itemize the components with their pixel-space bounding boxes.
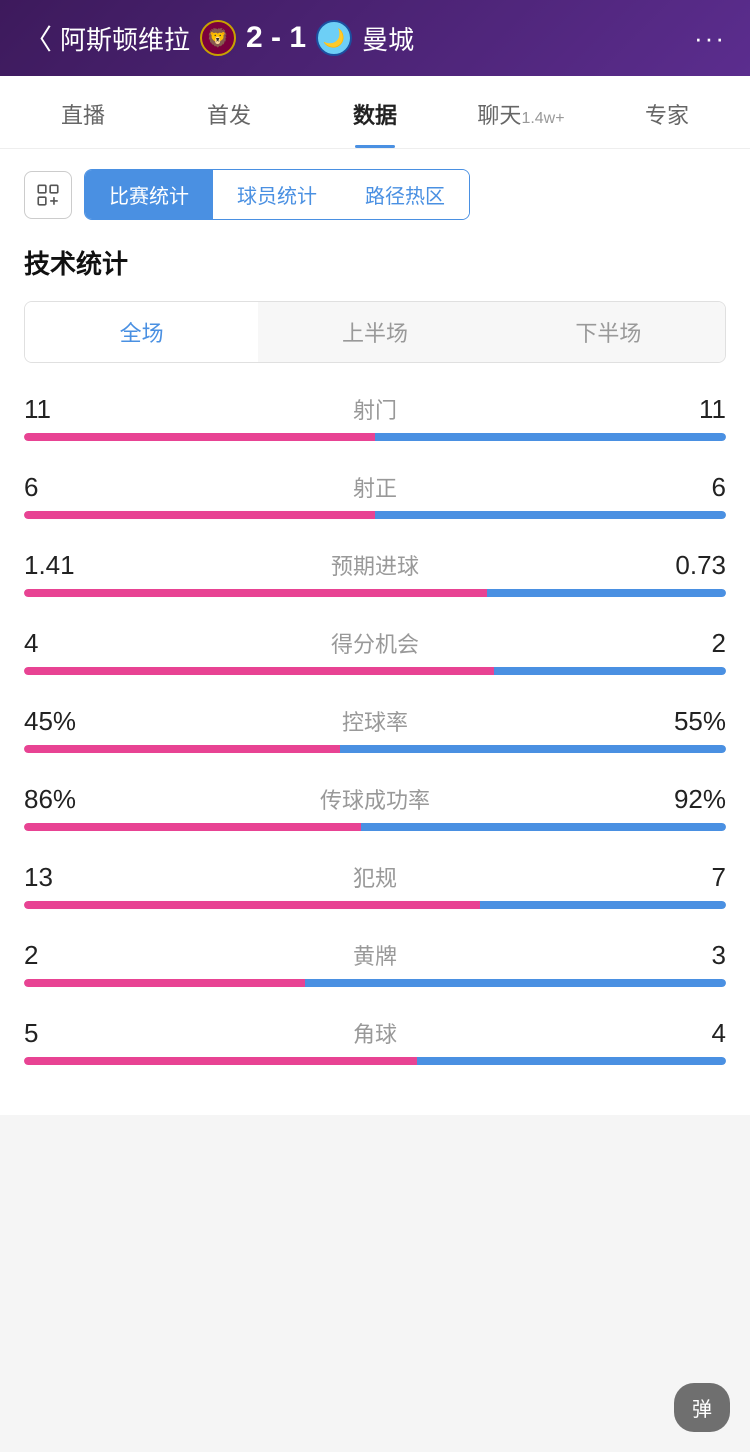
stat-bar	[24, 667, 726, 675]
tab-lineup[interactable]: 首发	[156, 76, 302, 148]
nav-tabs: 直播 首发 数据 聊天1.4w+ 专家	[0, 76, 750, 149]
stat-name: 预期进球	[104, 549, 646, 581]
share-button[interactable]	[24, 171, 72, 219]
stat-value-right: 0.73	[646, 550, 726, 581]
stat-row: 13 犯规 7	[24, 861, 726, 909]
share-icon	[35, 182, 61, 208]
sub-tab-player-stats[interactable]: 球员统计	[213, 170, 341, 219]
main-content: 比赛统计 球员统计 路径热区 技术统计 全场 上半场 下半场 11 射门 11	[0, 149, 750, 1115]
bar-home	[24, 667, 494, 675]
bar-home	[24, 823, 361, 831]
bar-away	[494, 667, 726, 675]
bar-away	[340, 745, 726, 753]
header-left: 〈 阿斯顿维拉 🦁 2 - 1 🌙 曼城	[24, 18, 414, 58]
match-score: 2 - 1	[246, 21, 306, 55]
bar-home	[24, 511, 375, 519]
stat-bar	[24, 1057, 726, 1065]
stat-row: 2 黄牌 3	[24, 939, 726, 987]
stat-name: 控球率	[104, 705, 646, 737]
sub-tab-heat-map[interactable]: 路径热区	[341, 170, 469, 219]
stat-value-left: 13	[24, 862, 104, 893]
period-first-half[interactable]: 上半场	[258, 302, 491, 362]
team-away-logo: 🌙	[316, 20, 352, 56]
stat-name: 射门	[104, 393, 646, 425]
stat-row: 86% 传球成功率 92%	[24, 783, 726, 831]
stat-value-right: 11	[646, 394, 726, 425]
bar-home	[24, 745, 340, 753]
stat-name: 射正	[104, 471, 646, 503]
stat-name: 角球	[104, 1017, 646, 1049]
bar-away	[361, 823, 726, 831]
tab-data[interactable]: 数据	[302, 76, 448, 148]
bar-away	[480, 901, 726, 909]
stat-name: 得分机会	[104, 627, 646, 659]
stat-value-left: 5	[24, 1018, 104, 1049]
bar-home	[24, 979, 305, 987]
more-button[interactable]: ···	[694, 23, 726, 54]
period-selector: 全场 上半场 下半场	[24, 301, 726, 363]
team-home-logo: 🦁	[200, 20, 236, 56]
tab-live[interactable]: 直播	[10, 76, 156, 148]
period-second-half[interactable]: 下半场	[492, 302, 725, 362]
bar-away	[375, 511, 726, 519]
match-header: 〈 阿斯顿维拉 🦁 2 - 1 🌙 曼城 ···	[0, 0, 750, 76]
stat-bar	[24, 823, 726, 831]
bar-away	[487, 589, 726, 597]
tab-chat[interactable]: 聊天1.4w+	[448, 76, 594, 148]
stat-row: 1.41 预期进球 0.73	[24, 549, 726, 597]
stat-row: 5 角球 4	[24, 1017, 726, 1065]
period-full[interactable]: 全场	[25, 302, 258, 362]
bar-home	[24, 433, 375, 441]
popup-button[interactable]: 弹	[674, 1383, 730, 1432]
stat-bar	[24, 901, 726, 909]
stat-bar	[24, 511, 726, 519]
stat-value-left: 2	[24, 940, 104, 971]
stat-bar	[24, 589, 726, 597]
stat-value-left: 45%	[24, 706, 104, 737]
stat-value-right: 4	[646, 1018, 726, 1049]
stat-value-right: 92%	[646, 784, 726, 815]
bar-home	[24, 1057, 417, 1065]
sub-tabs: 比赛统计 球员统计 路径热区	[84, 169, 470, 220]
stat-bar	[24, 979, 726, 987]
team-home-name: 阿斯顿维拉	[60, 20, 190, 57]
stat-value-left: 11	[24, 394, 104, 425]
stat-value-left: 6	[24, 472, 104, 503]
section-title: 技术统计	[24, 244, 726, 281]
stat-row: 6 射正 6	[24, 471, 726, 519]
sub-tab-match-stats[interactable]: 比赛统计	[85, 170, 213, 219]
tab-expert[interactable]: 专家	[594, 76, 740, 148]
stat-name: 黄牌	[104, 939, 646, 971]
stat-row: 11 射门 11	[24, 393, 726, 441]
back-button[interactable]: 〈	[24, 18, 52, 58]
bar-away	[417, 1057, 726, 1065]
stat-value-left: 4	[24, 628, 104, 659]
stat-value-left: 1.41	[24, 550, 104, 581]
team-away-name: 曼城	[362, 20, 414, 57]
match-info: 阿斯顿维拉 🦁 2 - 1 🌙 曼城	[60, 20, 414, 57]
stat-value-right: 3	[646, 940, 726, 971]
sub-tabs-row: 比赛统计 球员统计 路径热区	[24, 169, 726, 220]
bar-away	[305, 979, 726, 987]
bar-home	[24, 589, 487, 597]
stat-row: 4 得分机会 2	[24, 627, 726, 675]
stat-bar	[24, 433, 726, 441]
stat-value-right: 6	[646, 472, 726, 503]
stat-value-right: 7	[646, 862, 726, 893]
stat-name: 传球成功率	[104, 783, 646, 815]
stat-bar	[24, 745, 726, 753]
bar-home	[24, 901, 480, 909]
stat-value-left: 86%	[24, 784, 104, 815]
stat-value-right: 55%	[646, 706, 726, 737]
stat-value-right: 2	[646, 628, 726, 659]
stat-row: 45% 控球率 55%	[24, 705, 726, 753]
bar-away	[375, 433, 726, 441]
stats-container: 11 射门 11 6 射正 6 1.41 预期进球 0.73	[24, 393, 726, 1065]
stat-name: 犯规	[104, 861, 646, 893]
